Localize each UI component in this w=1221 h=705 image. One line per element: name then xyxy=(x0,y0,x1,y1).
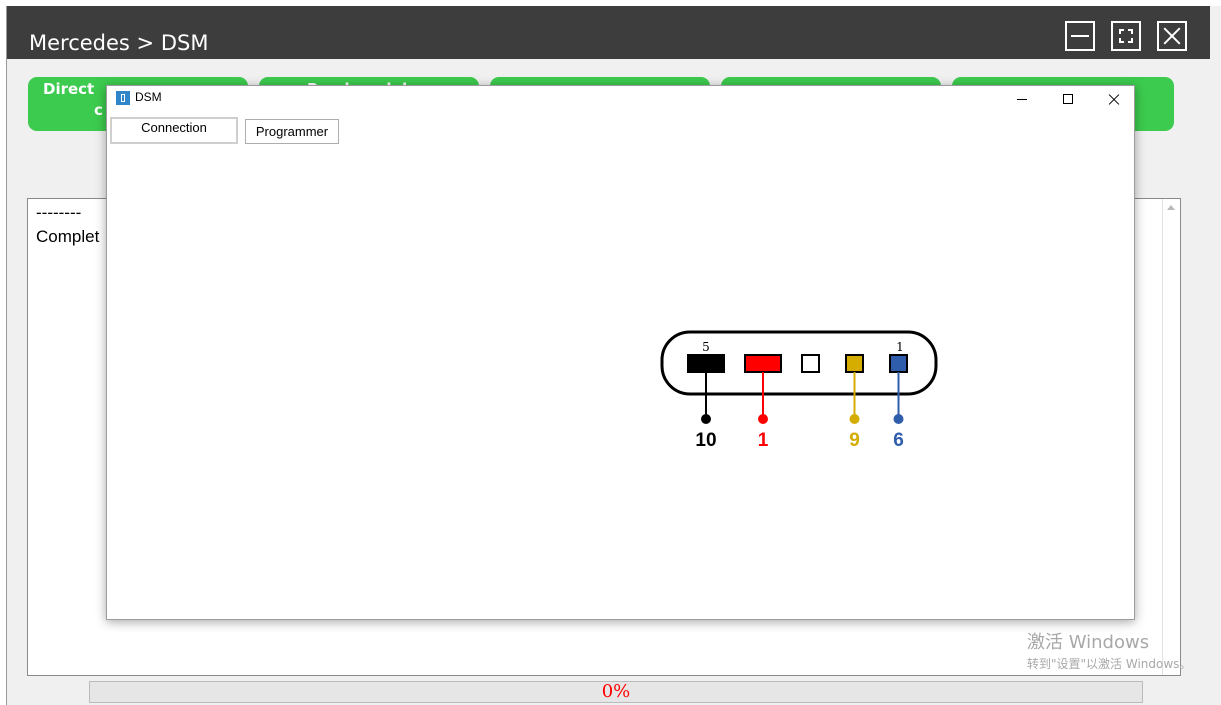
pin-number-2: 1 xyxy=(758,430,769,451)
app-title: Mercedes > DSM xyxy=(29,31,209,55)
activation-watermark-text: 转到"设置"以激活 Windows。 xyxy=(1027,657,1192,671)
tab-connection[interactable]: Connection xyxy=(110,117,238,144)
pin-label-top-right: 1 xyxy=(896,340,904,354)
pin-label-top-left: 5 xyxy=(702,340,710,354)
pin-number-5: 6 xyxy=(893,430,904,451)
pin-dot-1 xyxy=(701,414,711,424)
scroll-up-icon[interactable] xyxy=(1167,205,1175,210)
minimize-button[interactable] xyxy=(1065,21,1095,51)
direct-connection-label: Direct xyxy=(43,80,95,98)
pin-dot-2 xyxy=(758,414,768,424)
pin-4 xyxy=(845,354,864,373)
activation-watermark-title: 激活 Windows xyxy=(1027,632,1150,653)
close-button[interactable] xyxy=(1157,21,1187,51)
pin-dot-4 xyxy=(849,414,860,424)
app-icon xyxy=(116,91,130,105)
pin-number-4: 9 xyxy=(849,430,860,451)
pin-2 xyxy=(744,354,782,373)
dialog-close-button[interactable] xyxy=(1091,86,1137,112)
dialog-minimize-button[interactable] xyxy=(999,86,1045,112)
progress-label: 0% xyxy=(601,681,631,702)
log-line-1: -------- xyxy=(36,203,82,222)
tab-programmer[interactable]: Programmer xyxy=(245,119,339,144)
log-line-2: Complet xyxy=(36,227,100,246)
obd-connector-diagram: 5 1 10 1 9 6 xyxy=(660,330,938,451)
pin-dot-5 xyxy=(893,414,904,424)
pin-5 xyxy=(889,354,908,373)
fullscreen-button[interactable] xyxy=(1111,21,1141,51)
progress-bar: 0% xyxy=(89,681,1143,703)
dsm-dialog-title: DSM xyxy=(135,90,162,104)
dsm-dialog: DSM Connection Programmer 5 1 10 1 9 6 xyxy=(106,85,1135,620)
pin-1 xyxy=(687,354,725,373)
direct-connection-label-line2: c xyxy=(94,101,103,119)
pin-number-1: 10 xyxy=(695,430,716,451)
log-scrollbar[interactable] xyxy=(1162,199,1180,675)
dialog-maximize-button[interactable] xyxy=(1045,86,1091,112)
title-bar: Mercedes > DSM xyxy=(7,6,1210,59)
pin-3 xyxy=(801,354,820,373)
